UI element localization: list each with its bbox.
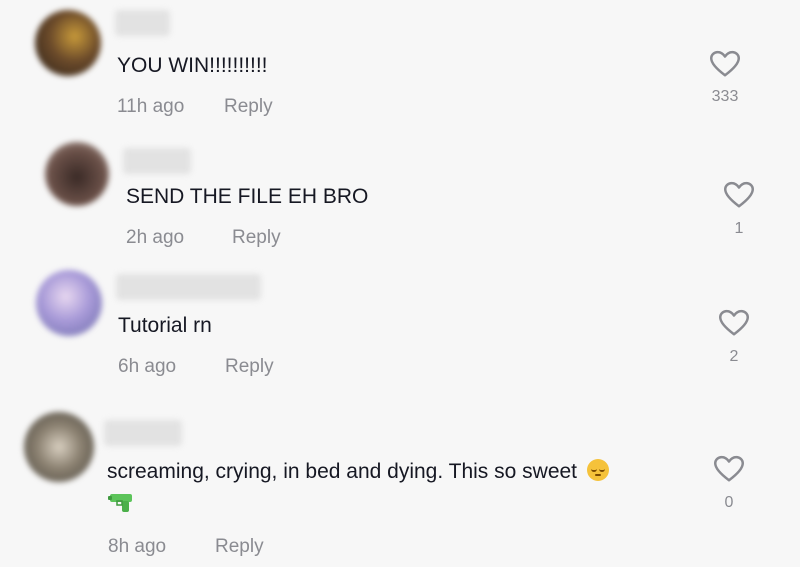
like-count: 2	[729, 348, 739, 365]
water-pistol-icon	[108, 494, 132, 512]
relieved-face-icon	[586, 459, 609, 481]
comment-text: YOU WIN!!!!!!!!!!	[117, 54, 268, 77]
heart-outline-icon[interactable]	[710, 50, 740, 78]
reply-button[interactable]: Reply	[225, 356, 274, 378]
comment-item: YOU WIN!!!!!!!!!! 11h ago Reply 333	[0, 0, 800, 130]
avatar[interactable]	[36, 270, 102, 336]
comment-item: screaming, crying, in bed and dying. Thi…	[0, 400, 800, 567]
comment-time: 11h ago	[117, 96, 185, 117]
reply-button[interactable]: Reply	[232, 227, 281, 249]
reply-button[interactable]: Reply	[224, 96, 273, 118]
like-count: 0	[724, 494, 734, 511]
avatar[interactable]	[35, 10, 101, 76]
comment-text: screaming, crying, in bed and dying. Thi…	[107, 459, 609, 484]
comment-text: SEND THE FILE EH BRO	[126, 185, 369, 208]
reply-button[interactable]: Reply	[215, 536, 264, 558]
username[interactable]	[123, 148, 191, 174]
like-count: 1	[734, 220, 744, 237]
avatar[interactable]	[24, 412, 94, 482]
avatar[interactable]	[45, 142, 109, 206]
like-count: 333	[711, 88, 739, 105]
heart-outline-icon[interactable]	[724, 181, 754, 209]
heart-outline-icon[interactable]	[714, 455, 744, 483]
comment-item: Tutorial rn 6h ago Reply 2	[0, 260, 800, 400]
comment-time: 8h ago	[108, 536, 167, 557]
comment-time: 2h ago	[126, 227, 185, 248]
comment-text: Tutorial rn	[118, 314, 212, 337]
heart-outline-icon[interactable]	[719, 309, 749, 337]
comment-item: SEND THE FILE EH BRO 2h ago Reply 1	[0, 130, 800, 260]
username[interactable]	[104, 420, 182, 446]
comment-time: 6h ago	[118, 356, 177, 377]
username[interactable]	[116, 274, 261, 300]
comment-text-content: screaming, crying, in bed and dying. Thi…	[107, 460, 578, 483]
username[interactable]	[115, 10, 170, 36]
